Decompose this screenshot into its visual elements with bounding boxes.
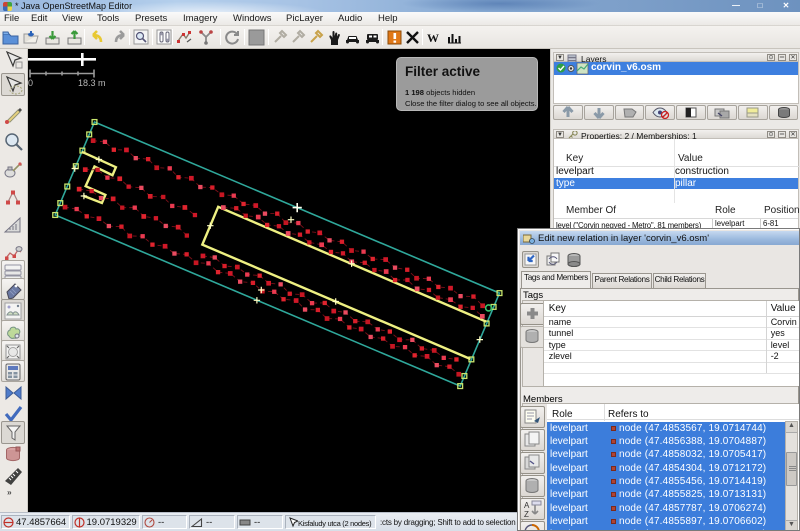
svg-text:18.3 m: 18.3 m <box>78 78 106 88</box>
svg-text:A: A <box>524 501 530 510</box>
svg-text:0: 0 <box>28 78 33 88</box>
svg-text:»: » <box>7 487 12 497</box>
svg-text:Z: Z <box>524 510 529 519</box>
svg-text:W: W <box>427 31 439 45</box>
